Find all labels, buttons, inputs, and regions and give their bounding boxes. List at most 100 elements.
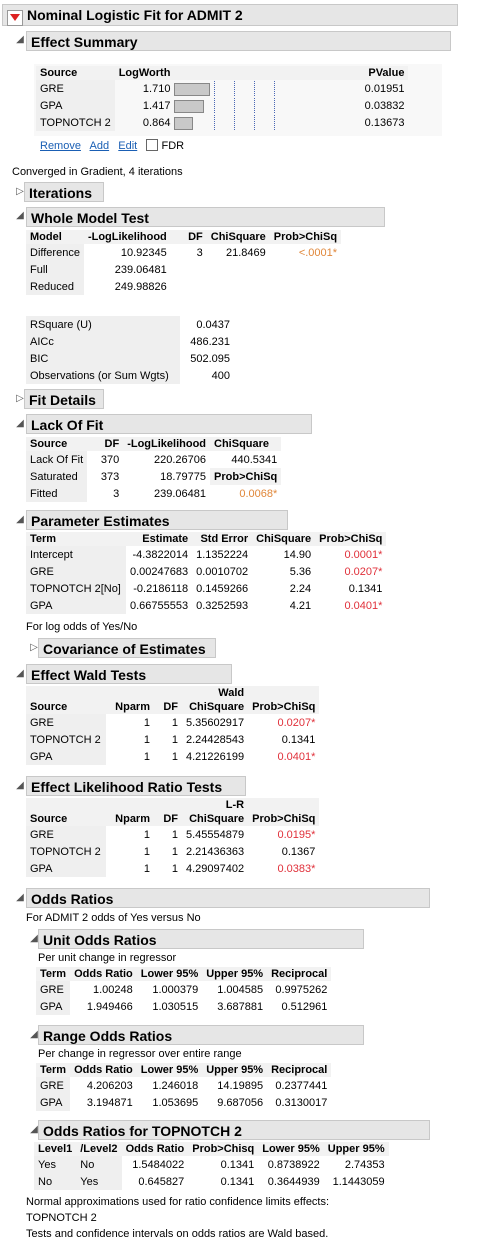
logworth-grid-line <box>254 98 256 113</box>
table-row: Lack Of Fit 370 220.26706 440.5341 <box>26 451 281 468</box>
parameter-estimates-header[interactable]: Parameter Estimates <box>26 510 288 530</box>
logworth-grid-line <box>214 81 216 96</box>
table-row: Yes No 1.5484022 0.1341 0.8738922 2.74353 <box>34 1156 389 1173</box>
table-row: GPA 1.949466 1.030515 3.687881 0.512961 <box>36 998 331 1015</box>
table-row: AICc 486.231 <box>26 333 234 350</box>
table-row: Difference 10.92345 3 21.8469 <.0001* <box>26 244 341 261</box>
disclosure-open-icon[interactable]: ◢ <box>14 514 26 526</box>
logworth-bar-cell <box>174 80 358 97</box>
footnote-3: Tests and confidence intervals on odds r… <box>26 1228 329 1240</box>
col-logworth: LogWorth <box>114 66 175 80</box>
lr-tests-header[interactable]: Effect Likelihood Ratio Tests <box>26 776 246 796</box>
table-row: TOPNOTCH 2[No] -0.2186118 0.1459266 2.24 0.1… <box>26 580 386 597</box>
table-row: GRE 0.00247683 0.0010702 5.36 0.0207* <box>26 563 386 580</box>
logworth-grid-line <box>254 81 256 96</box>
logworth-bar-cell <box>174 97 358 114</box>
whole-model-table: Model -LogLikelihood DF ChiSquare Prob>C… <box>26 230 342 295</box>
odds-note: For ADMIT 2 odds of Yes versus No <box>26 912 201 924</box>
col-source: Source <box>36 66 115 80</box>
logworth-grid-line <box>214 115 216 130</box>
log-odds-note: For log odds of Yes/No <box>26 621 138 633</box>
table-row: Observations (or Sum Wgts) 400 <box>26 367 234 384</box>
red-triangle-menu-icon[interactable] <box>7 10 23 26</box>
table-row: Intercept -4.3822014 1.1352224 14.90 0.0001* <box>26 546 386 563</box>
table-row: Fitted 3 239.06481 0.0068* <box>26 485 281 502</box>
lr-tests-table: L-R Source Nparm DF ChiSquare Prob>ChiSq GRE… <box>26 798 320 877</box>
report-title: Nominal Logistic Fit for ADMIT 2 <box>27 7 243 23</box>
wald-tests-table: Wald Source Nparm DF ChiSquare Prob>ChiSq GR… <box>26 686 320 765</box>
table-row[interactable]: GRE 1.710 0.01951 <box>36 80 408 97</box>
parameter-estimates-table: Term Estimate Std Error ChiSquare Prob>C… <box>26 532 387 614</box>
disclosure-open-icon[interactable]: ◢ <box>14 668 26 680</box>
effect-summary-table: Source LogWorth PValue GRE 1.710 0.01951… <box>36 66 409 131</box>
table-row[interactable]: TOPNOTCH 2 0.864 0.13673 <box>36 114 408 131</box>
disclosure-open-icon[interactable]: ◢ <box>14 34 26 46</box>
checkbox-icon[interactable] <box>146 139 159 151</box>
whole-model-header[interactable]: Whole Model Test <box>26 207 385 227</box>
fdr-label: FDR <box>161 140 185 152</box>
table-row: No Yes 0.645827 0.1341 0.3644939 1.1443059 <box>34 1173 389 1190</box>
unit-odds-header[interactable]: Unit Odds Ratios <box>38 929 364 949</box>
disclosure-open-icon[interactable]: ◢ <box>14 418 26 430</box>
effect-summary-header[interactable]: Effect Summary <box>26 31 451 51</box>
range-odds-note: Per change in regressor over entire rang… <box>38 1048 242 1060</box>
table-row: GRE 1 1 5.45554879 0.0195* <box>26 826 319 843</box>
logworth-bar-fill <box>174 83 211 96</box>
col-pvalue: PValue <box>358 66 409 80</box>
footnote-1: Normal approximations used for ratio con… <box>26 1196 330 1208</box>
logworth-bar <box>174 98 350 113</box>
table-row: Full 239.06481 <box>26 261 341 278</box>
effect-summary-buttons: Remove Add Edit FDR <box>40 139 184 152</box>
fit-details-header[interactable]: Fit Details <box>24 389 104 409</box>
table-row: GPA 3.194871 1.053695 9.687056 0.3130017 <box>36 1094 331 1111</box>
lack-of-fit-table: Source DF -LogLikelihood ChiSquare Lack … <box>26 437 282 502</box>
table-row: BIC 502.095 <box>26 350 234 367</box>
iterations-header[interactable]: Iterations <box>24 182 104 202</box>
table-row: GPA 1 1 4.29097402 0.0383* <box>26 860 319 877</box>
lack-of-fit-header[interactable]: Lack Of Fit <box>26 414 312 434</box>
footnote-2: TOPNOTCH 2 <box>26 1212 97 1224</box>
disclosure-open-icon[interactable]: ◢ <box>14 780 26 792</box>
logworth-bar-fill <box>174 117 194 130</box>
table-row: Reduced 249.98826 <box>26 278 341 295</box>
table-row: TOPNOTCH 2 1 1 2.21436363 0.1367 <box>26 843 319 860</box>
disclosure-open-icon[interactable]: ◢ <box>14 210 26 222</box>
covariance-header[interactable]: Covariance of Estimates <box>38 638 216 658</box>
logworth-grid-line <box>274 81 276 96</box>
wald-tests-header[interactable]: Effect Wald Tests <box>26 664 232 684</box>
logworth-grid-line <box>214 98 216 113</box>
table-row: GRE 4.206203 1.246018 14.19895 0.2377441 <box>36 1077 331 1094</box>
table-row: Saturated 373 18.79775 Prob>ChiSq <box>26 468 282 485</box>
range-odds-header[interactable]: Range Odds Ratios <box>38 1025 364 1045</box>
converged-text: Converged in Gradient, 4 iterations <box>12 166 183 178</box>
topnotch-odds-table: Level1/Level2 Odds Ratio Prob>Chisq Lower 9… <box>34 1142 389 1190</box>
logworth-grid-line <box>274 115 276 130</box>
remove-button[interactable]: Remove <box>40 140 81 152</box>
logworth-bar <box>174 81 350 96</box>
odds-ratios-header[interactable]: Odds Ratios <box>26 888 430 908</box>
table-row: TOPNOTCH 2 1 1 2.24428543 0.1341 <box>26 731 319 748</box>
table-row: RSquare (U) 0.0437 <box>26 316 234 333</box>
logworth-bar-fill <box>174 100 205 113</box>
topnotch-odds-header[interactable]: Odds Ratios for TOPNOTCH 2 <box>38 1120 430 1140</box>
unit-odds-table: Term Odds Ratio Lower 95% Upper 95% Reciproc… <box>36 967 332 1015</box>
logworth-grid-line <box>234 98 236 113</box>
col-logworth-bar <box>174 66 359 80</box>
unit-odds-note: Per unit change in regressor <box>38 952 177 964</box>
range-odds-table: Term Odds Ratio Lower 95% Upper 95% Reciproc… <box>36 1063 332 1111</box>
disclosure-open-icon[interactable]: ◢ <box>14 892 26 904</box>
whole-model-stats: RSquare (U) 0.0437 AICc 486.231 BIC 502.095… <box>26 316 234 384</box>
add-button[interactable]: Add <box>90 140 110 152</box>
table-row[interactable]: GPA 1.417 0.03832 <box>36 97 408 114</box>
edit-button[interactable]: Edit <box>118 140 137 152</box>
logworth-grid-line <box>274 98 276 113</box>
logworth-grid-line <box>254 115 256 130</box>
table-row: GRE 1 1 5.35602917 0.0207* <box>26 714 319 731</box>
report-title-bar: Nominal Logistic Fit for ADMIT 2 <box>2 4 458 26</box>
table-row: GPA 0.66755553 0.3252593 4.21 0.0401* <box>26 597 386 614</box>
logworth-bar-cell <box>174 114 358 131</box>
logworth-grid-line <box>234 115 236 130</box>
logworth-grid-line <box>234 81 236 96</box>
table-row: GPA 1 1 4.21226199 0.0401* <box>26 748 319 765</box>
table-row: GRE 1.00248 1.000379 1.004585 0.9975262 <box>36 981 331 998</box>
